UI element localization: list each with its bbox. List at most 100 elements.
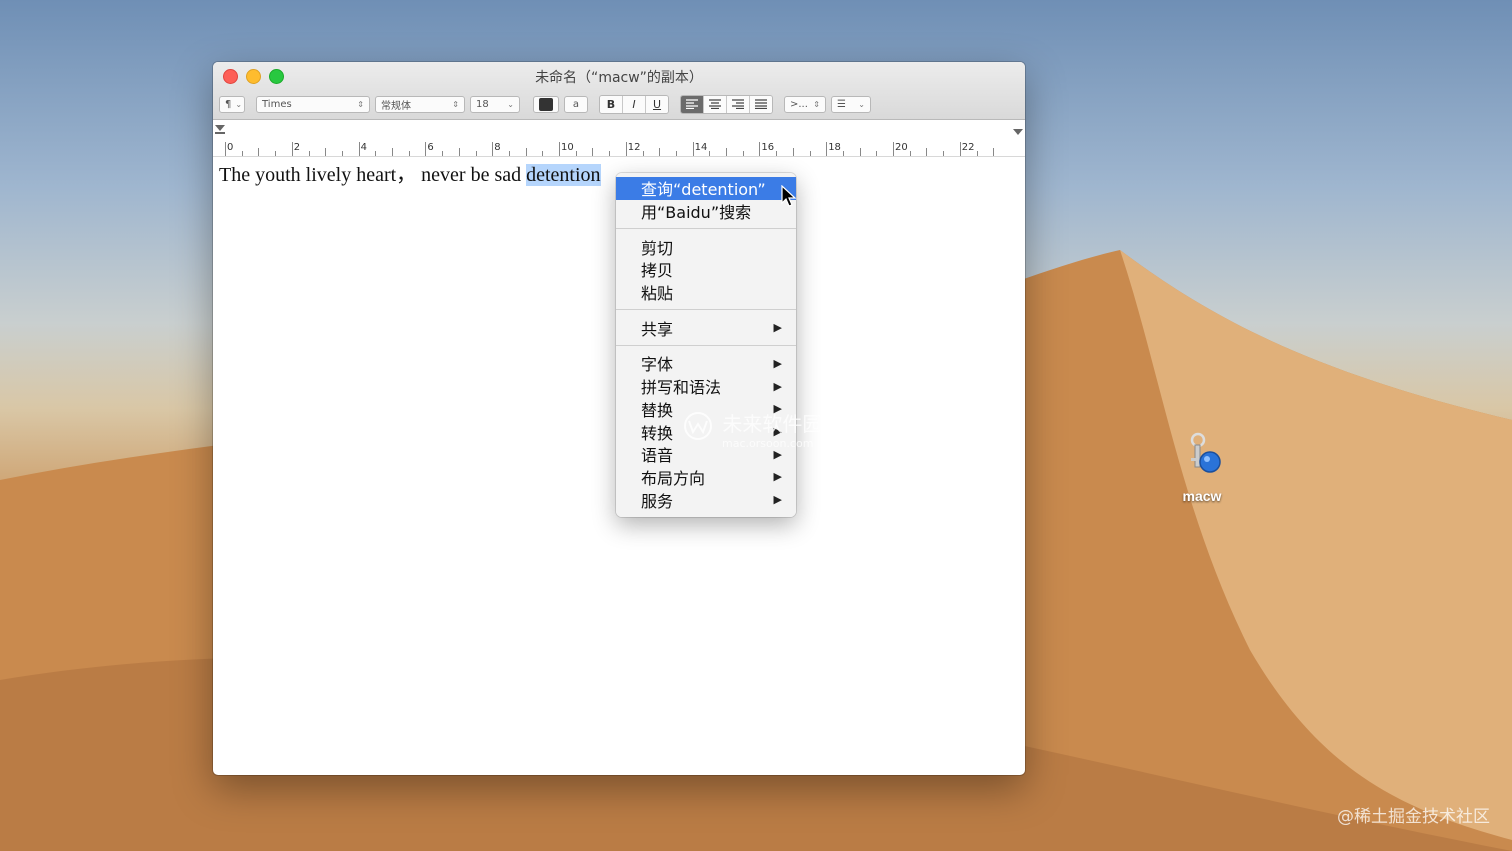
menu-item-label: 剪切 xyxy=(641,238,674,258)
ruler-tick xyxy=(642,151,644,156)
ruler-tick xyxy=(425,142,427,156)
alignment-group xyxy=(680,94,773,114)
selected-text[interactable]: detention xyxy=(526,164,601,186)
ruler-label: 4 xyxy=(360,142,367,153)
ruler-tick xyxy=(943,151,945,156)
list-style-icon: ☰ xyxy=(837,98,846,110)
ruler-label: 8 xyxy=(494,142,501,153)
text-color-swatch xyxy=(539,97,553,111)
keychain-icon xyxy=(1182,430,1222,480)
ruler-tick xyxy=(592,148,594,156)
font-style-value: 常规体 xyxy=(381,100,411,112)
submenu-arrow-icon: ▶ xyxy=(773,493,782,507)
menu-item-paste[interactable]: 粘贴 xyxy=(616,281,796,304)
menu-item-label: 语音 xyxy=(641,446,674,466)
ruler-label: 2 xyxy=(293,142,301,153)
ruler-tick xyxy=(659,148,661,156)
font-family-select[interactable]: Times ⇕ xyxy=(256,95,370,113)
align-center-icon xyxy=(709,99,721,109)
desktop-icon-label: macw xyxy=(1182,488,1222,504)
ruler-tick xyxy=(458,148,460,156)
text-color-button[interactable] xyxy=(533,95,559,113)
chevron-down-icon: ⌄ xyxy=(507,99,514,109)
ruler-tick xyxy=(241,151,243,156)
line-spacing-select[interactable]: >... ⇕ xyxy=(784,95,826,113)
menu-item-font[interactable]: 字体 ▶ xyxy=(616,352,796,375)
ruler-tick xyxy=(776,151,778,156)
ruler-label: 14 xyxy=(694,142,708,153)
menu-separator xyxy=(616,309,796,311)
ruler-tick xyxy=(692,142,694,156)
left-indent-marker-icon[interactable] xyxy=(214,124,226,136)
desktop-icon-macw[interactable]: macw xyxy=(1172,430,1232,504)
ruler-tick xyxy=(742,151,744,156)
ruler-tick xyxy=(709,151,711,156)
align-right-icon xyxy=(732,99,744,109)
list-style-select[interactable]: ☰ ⌄ xyxy=(831,95,871,113)
menu-item-spelling[interactable]: 拼写和语法 ▶ xyxy=(616,375,796,398)
align-right-button[interactable] xyxy=(727,95,750,113)
ruler-label: 20 xyxy=(895,142,908,153)
submenu-arrow-icon: ▶ xyxy=(773,379,782,393)
align-left-icon xyxy=(686,99,698,109)
font-size-select[interactable]: 18 ⌄ xyxy=(470,95,520,113)
background-color-label: a xyxy=(572,98,580,110)
menu-item-share[interactable]: 共享 ▶ xyxy=(616,316,796,339)
paragraph-style-select[interactable]: ¶ ⌄ xyxy=(219,95,245,113)
menu-item-label: 服务 xyxy=(641,491,674,511)
menu-item-label: 用“Baidu”搜索 xyxy=(641,203,752,223)
menu-item-cut[interactable]: 剪切 xyxy=(616,235,796,258)
ruler-tick xyxy=(341,151,343,156)
menu-item-layout-orientation[interactable]: 布局方向 ▶ xyxy=(616,466,796,489)
right-indent-marker-icon[interactable] xyxy=(1012,128,1024,138)
menu-item-search-baidu[interactable]: 用“Baidu”搜索 xyxy=(616,200,796,223)
justify-button[interactable] xyxy=(750,95,772,113)
ruler-tick xyxy=(993,148,995,156)
updown-arrows-icon: ⇕ xyxy=(452,99,459,109)
menu-item-label: 字体 xyxy=(641,355,674,375)
ruler-tick xyxy=(625,142,627,156)
ruler-tick xyxy=(392,148,393,156)
ruler-tick xyxy=(525,148,527,156)
source-watermark: @稀土掘金技术社区 xyxy=(1337,807,1490,827)
background-color-button[interactable]: a xyxy=(564,95,588,113)
menu-item-services[interactable]: 服务 ▶ xyxy=(616,488,796,511)
italic-button[interactable]: I xyxy=(623,95,646,113)
mouse-cursor-icon xyxy=(781,185,797,207)
ruler[interactable]: 0 2 4 6 8 10 12 14 16 18 20 22 xyxy=(213,120,1025,157)
ruler-label: 18 xyxy=(828,142,841,153)
document-text: The youth lively heart， never be sad xyxy=(219,164,527,186)
updown-arrows-icon: ⇕ xyxy=(813,99,820,109)
ruler-label: 0 xyxy=(227,142,234,153)
ruler-tick xyxy=(225,142,226,156)
align-left-button[interactable] xyxy=(681,95,704,113)
document-body[interactable]: The youth lively heart， never be sad det… xyxy=(219,158,601,187)
menu-item-copy[interactable]: 拷贝 xyxy=(616,258,796,281)
font-style-select[interactable]: 常规体 ⇕ xyxy=(375,95,465,113)
ruler-tick xyxy=(876,151,878,156)
underline-button[interactable]: U xyxy=(646,95,668,113)
ruler-tick xyxy=(275,151,277,156)
submenu-arrow-icon: ▶ xyxy=(773,321,782,335)
ruler-tick xyxy=(508,151,510,156)
site-watermark-brand: 未来软件园 xyxy=(722,412,823,436)
menu-item-lookup[interactable]: 查询“detention” xyxy=(616,177,796,200)
line-spacing-label: >... xyxy=(790,98,808,110)
ruler-tick xyxy=(408,151,410,156)
menu-separator xyxy=(616,345,796,347)
ruler-tick xyxy=(893,142,894,156)
menu-item-label: 替换 xyxy=(641,400,674,420)
ruler-tick xyxy=(759,142,761,156)
ruler-tick xyxy=(726,148,727,156)
submenu-arrow-icon: ▶ xyxy=(773,356,782,370)
ruler-tick xyxy=(559,142,560,156)
align-center-button[interactable] xyxy=(704,95,727,113)
menu-item-label: 拷贝 xyxy=(641,261,674,281)
submenu-arrow-icon: ▶ xyxy=(773,470,782,484)
title-bar: 未命名（“macw”的副本） ¶ ⌄ Times ⇕ 常规体 ⇕ 18 ⌄ a B I xyxy=(213,62,1025,120)
chevron-down-icon: ⌄ xyxy=(858,99,865,109)
menu-separator xyxy=(616,228,796,230)
bold-button[interactable]: B xyxy=(600,95,623,113)
ruler-tick xyxy=(926,148,928,156)
ruler-tick xyxy=(609,151,611,156)
